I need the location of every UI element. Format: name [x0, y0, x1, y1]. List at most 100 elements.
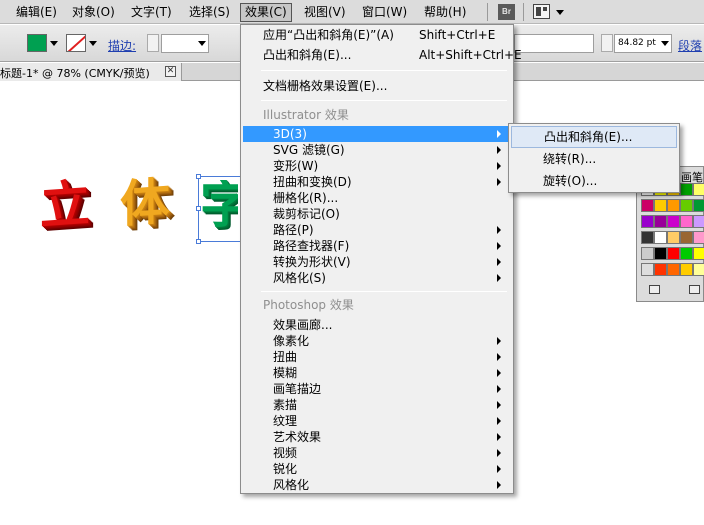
swatch-cell[interactable] [667, 215, 680, 228]
submenu-arrow-icon [497, 369, 501, 377]
submenu-arrow-icon [497, 385, 501, 393]
swatch-cell[interactable] [641, 247, 654, 260]
menu-item-blur[interactable]: 模糊 [243, 365, 511, 381]
chevron-down-icon[interactable] [661, 41, 669, 46]
chevron-down-icon[interactable] [198, 41, 206, 46]
selection-handle[interactable] [196, 206, 201, 211]
menubar-separator [487, 3, 488, 21]
menu-item-3d[interactable]: 3D(3) [243, 126, 511, 142]
new-swatch-icon[interactable] [689, 285, 700, 294]
menu-item-pixelate[interactable]: 像素化 [243, 333, 511, 349]
menu-item-rasterize[interactable]: 栅格化(R)... [243, 190, 511, 206]
menu-item-distort[interactable]: 扭曲 [243, 349, 511, 365]
bridge-icon[interactable]: Br [498, 4, 515, 20]
swatch-cell[interactable] [693, 263, 704, 276]
menu-item-last-effect[interactable]: 凸出和斜角(E)... Alt+Shift+Ctrl+E [243, 47, 522, 63]
menu-item-path[interactable]: 路径(P) [243, 222, 511, 238]
menubar-separator [523, 3, 524, 21]
submenu-arrow-icon [497, 433, 501, 441]
swatch-cell[interactable] [693, 231, 704, 244]
artwork-char-2[interactable]: 体 [120, 172, 170, 233]
menu-item-video[interactable]: 视频 [243, 445, 511, 461]
document-tab[interactable]: 标题-1* @ 78% (CMYK/预览) ✕ [0, 63, 182, 81]
menu-separator [261, 291, 507, 292]
paragraph-link[interactable]: 段落 [678, 37, 702, 54]
artwork-char-1[interactable]: 立 [40, 174, 90, 235]
swatch-cell[interactable] [654, 231, 667, 244]
swatch-cell[interactable] [680, 199, 693, 212]
swatch-cell[interactable] [667, 263, 680, 276]
swatch-cell[interactable] [641, 199, 654, 212]
menu-item-convert-to-shape[interactable]: 转换为形状(V) [243, 254, 511, 270]
opacity-field[interactable] [514, 34, 594, 53]
menu-item-svg-filters[interactable]: SVG 滤镜(G) [243, 142, 511, 158]
menu-item-brush-strokes[interactable]: 画笔描边 [243, 381, 511, 397]
swatch-cell[interactable] [654, 199, 667, 212]
menu-item-pathfinder[interactable]: 路径查找器(F) [243, 238, 511, 254]
menu-view[interactable]: 视图(V) [300, 3, 350, 22]
fill-color-swatch[interactable] [27, 34, 47, 52]
swatch-cell[interactable] [680, 231, 693, 244]
submenu-item-rotate[interactable]: 旋转(O)... [511, 170, 677, 192]
menu-item-stylize-photoshop[interactable]: 风格化 [243, 477, 511, 493]
swatch-cell[interactable] [693, 215, 704, 228]
submenu-arrow-icon [497, 130, 501, 138]
swatch-library-icon[interactable] [649, 285, 660, 294]
menu-type[interactable]: 文字(T) [127, 3, 176, 22]
swatch-cell[interactable] [680, 263, 693, 276]
submenu-arrow-icon [497, 481, 501, 489]
selection-handle[interactable] [196, 239, 201, 244]
swatch-cell[interactable] [654, 263, 667, 276]
swatch-cell[interactable] [693, 183, 704, 196]
swatch-cell[interactable] [693, 247, 704, 260]
swatch-cell[interactable] [680, 183, 693, 196]
arrange-documents-icon[interactable] [533, 4, 550, 19]
menu-item-artistic[interactable]: 艺术效果 [243, 429, 511, 445]
chevron-down-icon[interactable] [50, 41, 58, 46]
submenu-arrow-icon [497, 226, 501, 234]
menu-item-effect-gallery[interactable]: 效果画廊... [243, 317, 511, 333]
close-icon[interactable]: ✕ [165, 66, 176, 77]
swatch-cell[interactable] [641, 263, 654, 276]
menu-help[interactable]: 帮助(H) [420, 3, 470, 22]
swatch-cell[interactable] [680, 247, 693, 260]
size-stepper[interactable] [601, 34, 613, 52]
swatch-cell[interactable] [693, 199, 704, 212]
selection-handle[interactable] [196, 174, 201, 179]
menu-select[interactable]: 选择(S) [185, 3, 234, 22]
swatch-cell[interactable] [654, 215, 667, 228]
selection-bounding-box[interactable] [198, 176, 242, 242]
submenu-arrow-icon [497, 465, 501, 473]
menu-item-sharpen[interactable]: 锐化 [243, 461, 511, 477]
menu-item-distort-transform[interactable]: 扭曲和变换(D) [243, 174, 511, 190]
menu-item-stylize-illustrator[interactable]: 风格化(S) [243, 270, 511, 286]
chevron-down-icon[interactable] [89, 41, 97, 46]
menu-item-sketch[interactable]: 素描 [243, 397, 511, 413]
menu-item-warp[interactable]: 变形(W) [243, 158, 511, 174]
swatch-cell[interactable] [680, 215, 693, 228]
menu-section-illustrator: Illustrator 效果 [263, 108, 349, 122]
swatch-cell[interactable] [641, 215, 654, 228]
effect-menu: 应用“凸出和斜角(E)”(A) Shift+Ctrl+E 凸出和斜角(E)... A… [240, 24, 522, 494]
chevron-down-icon[interactable] [556, 10, 564, 15]
swatch-cell[interactable] [641, 231, 654, 244]
menu-edit[interactable]: 编辑(E) [12, 3, 61, 22]
menu-effect[interactable]: 效果(C) [240, 3, 292, 22]
submenu-item-extrude-bevel[interactable]: 凸出和斜角(E)... [511, 126, 677, 148]
stroke-label[interactable]: 描边: [108, 37, 136, 54]
submenu-item-revolve[interactable]: 绕转(R)... [511, 148, 677, 170]
swatch-cell[interactable] [667, 231, 680, 244]
swatch-cell[interactable] [667, 247, 680, 260]
menu-object[interactable]: 对象(O) [68, 3, 119, 22]
menu-item-texture[interactable]: 纹理 [243, 413, 511, 429]
swatch-cell[interactable] [667, 199, 680, 212]
menu-item-raster-settings[interactable]: 文档栅格效果设置(E)... [243, 78, 511, 94]
swatch-cell[interactable] [654, 247, 667, 260]
menu-item-crop-marks[interactable]: 裁剪标记(O) [243, 206, 511, 222]
document-tab-title: 标题-1* @ 78% (CMYK/预览) [0, 67, 150, 80]
menu-item-apply-last[interactable]: 应用“凸出和斜角(E)”(A) Shift+Ctrl+E [243, 27, 511, 43]
stroke-none-swatch[interactable] [66, 34, 86, 52]
submenu-arrow-icon [497, 162, 501, 170]
menu-window[interactable]: 窗口(W) [358, 3, 411, 22]
stroke-weight-stepper[interactable] [147, 34, 159, 52]
